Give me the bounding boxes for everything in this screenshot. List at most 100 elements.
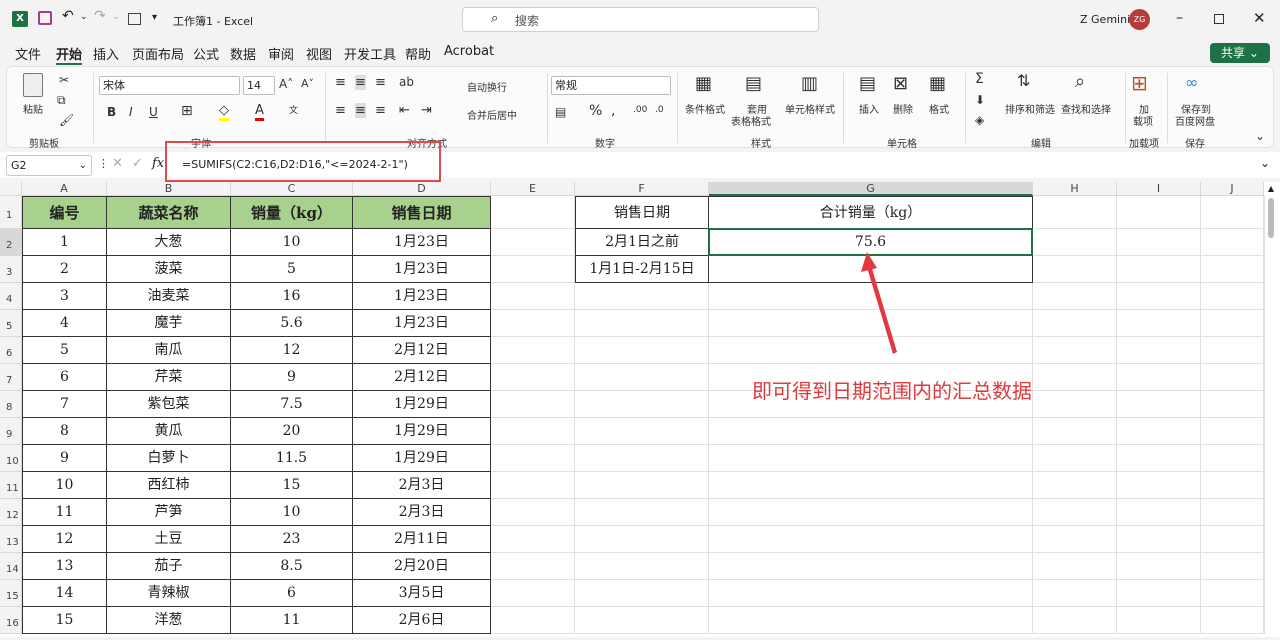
grid-cell[interactable] <box>1033 553 1117 580</box>
grid-cell[interactable] <box>491 337 575 364</box>
align-center-icon[interactable]: ≡ <box>355 103 366 118</box>
row-header-1[interactable]: 1 <box>0 196 22 229</box>
table-cell[interactable]: 南瓜 <box>107 337 231 364</box>
grid-cell[interactable] <box>1033 364 1117 391</box>
italic-icon[interactable]: I <box>129 105 133 119</box>
grid-cell[interactable] <box>575 418 709 445</box>
save-baidu-button-2[interactable]: 百度网盘 <box>1175 113 1215 128</box>
align-top-icon[interactable]: ≡ <box>335 75 346 90</box>
grid-cell[interactable] <box>1264 472 1265 499</box>
autosum-icon[interactable]: Σ <box>975 71 984 87</box>
row-header-11[interactable]: 11 <box>0 472 22 499</box>
grid-cell[interactable] <box>1033 607 1117 634</box>
table-cell[interactable]: 20 <box>231 418 353 445</box>
grid-cell[interactable] <box>491 256 575 283</box>
table-cell[interactable]: 11 <box>22 499 107 526</box>
table-cell[interactable]: 1月29日 <box>353 418 491 445</box>
table-cell[interactable]: 15 <box>22 607 107 634</box>
grid-cell[interactable] <box>1033 310 1117 337</box>
table-cell[interactable]: 2月6日 <box>353 607 491 634</box>
table-cell[interactable]: 2 <box>22 256 107 283</box>
grid-cell[interactable] <box>1264 256 1265 283</box>
table-cell[interactable]: 7 <box>22 391 107 418</box>
table-cell[interactable]: 11 <box>231 607 353 634</box>
table-cell[interactable]: 13 <box>22 553 107 580</box>
wrap-text-button[interactable]: 自动换行 <box>467 79 507 94</box>
tab-formulas[interactable]: 公式 <box>193 44 219 63</box>
cell-style-button[interactable]: 单元格样式 <box>785 101 835 116</box>
grid-cell[interactable] <box>1264 580 1265 607</box>
grid-cell[interactable] <box>1201 472 1264 499</box>
table-cell[interactable]: 7.5 <box>231 391 353 418</box>
table-cell[interactable]: 2月11日 <box>353 526 491 553</box>
shrink-font-icon[interactable]: A˅ <box>301 77 314 90</box>
grid-cell[interactable] <box>575 364 709 391</box>
increase-indent-icon[interactable]: ⇥ <box>421 103 432 118</box>
grid-cell[interactable] <box>1117 229 1201 256</box>
orientation-icon[interactable]: ab <box>399 75 414 89</box>
column-header-f[interactable]: F <box>575 182 709 196</box>
row-header-6[interactable]: 6 <box>0 337 22 364</box>
grid-cell[interactable] <box>709 607 1033 634</box>
grid-cell[interactable] <box>1264 607 1265 634</box>
tab-view[interactable]: 视图 <box>306 44 332 63</box>
select-all-corner[interactable] <box>0 182 22 196</box>
table-cell[interactable]: 11.5 <box>231 445 353 472</box>
tab-insert[interactable]: 插入 <box>93 44 119 63</box>
grid-cell[interactable] <box>1264 337 1265 364</box>
conditional-format-button[interactable]: 条件格式 <box>685 101 725 116</box>
comma-icon[interactable]: , <box>611 103 615 119</box>
grid-cell[interactable] <box>1033 580 1117 607</box>
table-cell[interactable]: 5.6 <box>231 310 353 337</box>
table-cell[interactable]: 4 <box>22 310 107 337</box>
delete-button[interactable]: 删除 <box>893 101 913 116</box>
decrease-indent-icon[interactable]: ⇤ <box>399 103 410 118</box>
summary-cell[interactable]: 合计销量（kg） <box>709 196 1033 229</box>
grid-cell[interactable] <box>1117 256 1201 283</box>
format-button[interactable]: 格式 <box>929 101 949 116</box>
enter-icon[interactable]: ✓ <box>132 156 143 171</box>
grid-cell[interactable] <box>1201 310 1264 337</box>
table-header-cell[interactable]: 蔬菜名称 <box>107 196 231 229</box>
grid-cell[interactable] <box>1201 196 1264 229</box>
grid-cell[interactable] <box>1264 196 1265 229</box>
table-cell[interactable]: 10 <box>231 229 353 256</box>
grid-cell[interactable] <box>1264 526 1265 553</box>
clear-icon[interactable]: ◈ <box>975 113 984 127</box>
search-box[interactable]: ⌕ 搜索 <box>462 7 819 32</box>
customize-qat-icon[interactable]: ▾ <box>152 12 157 23</box>
grid-cell[interactable] <box>491 526 575 553</box>
scrollbar-thumb[interactable] <box>1268 198 1274 238</box>
decrease-decimal-icon[interactable]: .0 <box>655 105 664 115</box>
table-cell[interactable]: 9 <box>22 445 107 472</box>
percent-icon[interactable]: % <box>589 103 602 119</box>
table-format-button-2[interactable]: 表格格式 <box>731 113 771 128</box>
row-header-15[interactable]: 15 <box>0 580 22 607</box>
table-cell[interactable]: 西红柿 <box>107 472 231 499</box>
grid-cell[interactable] <box>491 229 575 256</box>
grid-cell[interactable] <box>1033 418 1117 445</box>
grid-cell[interactable] <box>1201 553 1264 580</box>
grid-cell[interactable] <box>1264 364 1265 391</box>
accounting-format-icon[interactable]: ▤ <box>555 105 566 119</box>
table-cell[interactable]: 土豆 <box>107 526 231 553</box>
row-header-12[interactable]: 12 <box>0 499 22 526</box>
grid-cell[interactable] <box>575 553 709 580</box>
table-cell[interactable]: 6 <box>231 580 353 607</box>
undo-icon[interactable]: ↶ <box>62 8 74 24</box>
font-name-select[interactable]: 宋体 <box>99 76 240 95</box>
table-cell[interactable]: 菠菜 <box>107 256 231 283</box>
grid-cell[interactable] <box>709 580 1033 607</box>
grid-cell[interactable] <box>709 445 1033 472</box>
sort-filter-button[interactable]: 排序和筛选 <box>1005 101 1055 116</box>
grid-cell[interactable] <box>1201 418 1264 445</box>
grid-cell[interactable] <box>1033 229 1117 256</box>
row-header-16[interactable]: 16 <box>0 607 22 634</box>
grid-cell[interactable] <box>1033 391 1117 418</box>
row-header-13[interactable]: 13 <box>0 526 22 553</box>
grid-cell[interactable] <box>1264 445 1265 472</box>
grid-cell[interactable] <box>575 391 709 418</box>
grid-cell[interactable] <box>491 196 575 229</box>
fill-color-icon[interactable]: ◇ <box>219 103 229 121</box>
grid-cell[interactable] <box>1117 607 1201 634</box>
